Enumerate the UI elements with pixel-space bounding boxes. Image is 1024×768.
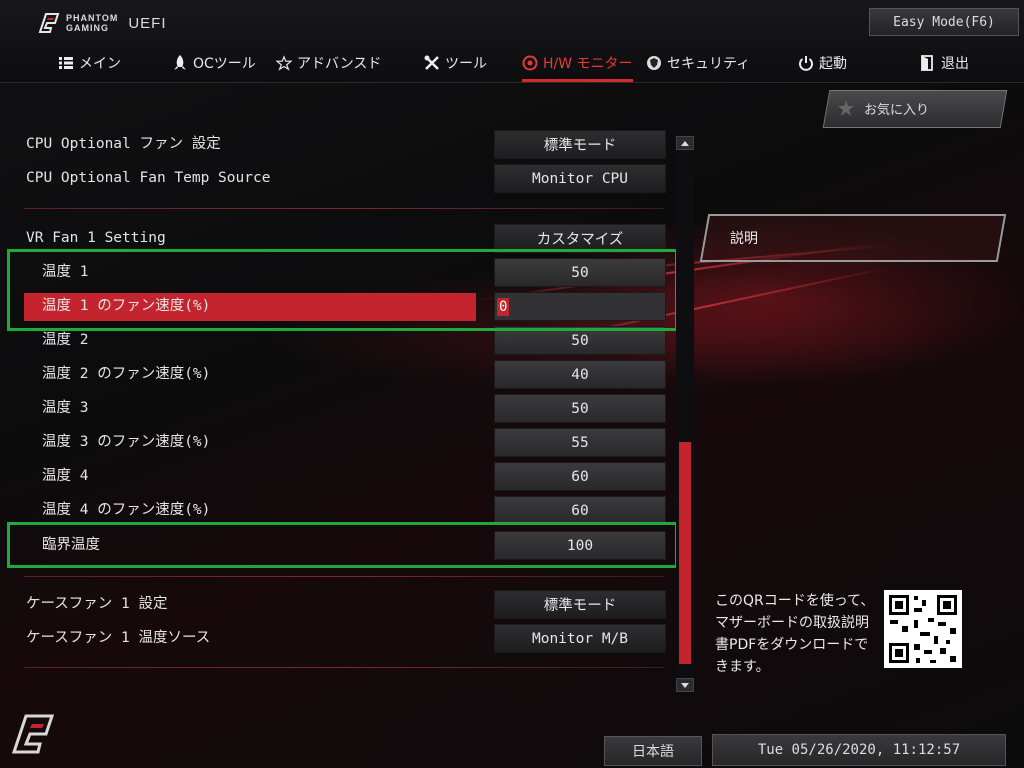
- tab-tools[interactable]: ツール: [424, 48, 487, 78]
- setting-label: 温度 2 のファン速度(%): [42, 366, 211, 382]
- setting-row-temp3[interactable]: 温度 3 50: [24, 394, 666, 423]
- scrollbar-thumb[interactable]: [679, 442, 691, 664]
- scroll-down-button[interactable]: [676, 678, 694, 692]
- tab-label: 起動: [819, 56, 847, 72]
- list-icon: [58, 55, 74, 71]
- tab-label: OCツール: [193, 56, 256, 72]
- exit-icon: [920, 55, 936, 71]
- setting-row-temp2-fan-speed[interactable]: 温度 2 のファン速度(%) 40: [24, 360, 666, 389]
- setting-row-cpu-optional-temp-source[interactable]: CPU Optional Fan Temp Source Monitor CPU: [24, 164, 666, 193]
- tab-label: 退出: [941, 56, 969, 72]
- tools-icon: [424, 55, 440, 71]
- tab-main[interactable]: メイン: [58, 48, 121, 78]
- setting-row-case-fan-temp-source[interactable]: ケースファン 1 温度ソース Monitor M/B: [24, 624, 666, 653]
- favorites-content: お気に入り: [838, 90, 998, 126]
- tab-label: アドバンスド: [297, 56, 382, 72]
- setting-label: 温度 4 のファン速度(%): [42, 502, 211, 518]
- setting-value-dropdown[interactable]: Monitor CPU: [494, 164, 666, 193]
- setting-value-field[interactable]: 55: [494, 428, 666, 457]
- tab-label: セキュリティ: [667, 56, 751, 72]
- tab-hw-monitor[interactable]: H/W モニター: [522, 48, 633, 82]
- scroll-up-button[interactable]: [676, 136, 694, 150]
- favorites-label: お気に入り: [864, 102, 930, 118]
- setting-value-dropdown[interactable]: Monitor M/B: [494, 624, 666, 653]
- language-button[interactable]: 日本語: [604, 736, 702, 766]
- phantom-gaming-logo-icon: [38, 13, 60, 33]
- description-label: 説明: [730, 231, 758, 247]
- easy-mode-button[interactable]: Easy Mode(F6): [869, 8, 1019, 36]
- annotation-box-critical: [7, 522, 678, 568]
- setting-label: ケースファン 1 温度ソース: [26, 630, 211, 646]
- setting-value-field[interactable]: 60: [494, 496, 666, 525]
- shield-icon: [646, 55, 662, 71]
- main-tabs: メイン OCツール アドバンスド ツール H/W モニター セキュリティ 起動: [0, 48, 1024, 82]
- tab-label: H/W モニター: [543, 56, 633, 72]
- setting-row-temp3-fan-speed[interactable]: 温度 3 のファン速度(%) 55: [24, 428, 666, 457]
- rocket-icon: [172, 55, 188, 71]
- qr-description-text: このQRコードを使って、マザーボードの取扱説明書PDFをダウンロードできます。: [715, 593, 875, 675]
- setting-row-temp4-fan-speed[interactable]: 温度 4 のファン速度(%) 60: [24, 496, 666, 525]
- setting-value-field[interactable]: 40: [494, 360, 666, 389]
- setting-label: CPU Optional ファン 設定: [26, 136, 221, 152]
- tab-oc-tool[interactable]: OCツール: [172, 48, 256, 78]
- tab-security[interactable]: セキュリティ: [646, 48, 750, 78]
- section-divider: [24, 667, 664, 668]
- setting-row-vr-fan[interactable]: VR Fan 1 Setting カスタマイズ: [24, 224, 666, 253]
- monitor-icon: [522, 55, 538, 71]
- qr-code-icon: [884, 590, 962, 668]
- setting-label: ケースファン 1 設定: [26, 596, 168, 612]
- phantom-gaming-brand-icon: [11, 714, 55, 754]
- arrow-down-icon: [681, 682, 689, 688]
- setting-row-temp4[interactable]: 温度 4 60: [24, 462, 666, 491]
- tab-advanced[interactable]: アドバンスド: [276, 48, 381, 78]
- brand-logo: PHANTOM GAMING UEFI: [38, 12, 167, 34]
- setting-value-dropdown[interactable]: 標準モード: [494, 130, 666, 159]
- setting-label: VR Fan 1 Setting: [26, 230, 166, 246]
- logo-uefi: UEFI: [128, 14, 167, 32]
- section-divider: [24, 208, 664, 209]
- setting-value-field[interactable]: 50: [494, 394, 666, 423]
- datetime-display: Tue 05/26/2020, 11:12:57: [712, 734, 1006, 766]
- arrow-up-icon: [681, 140, 689, 146]
- section-divider: [24, 576, 664, 577]
- setting-label: 温度 3: [42, 400, 89, 416]
- power-icon: [798, 55, 814, 71]
- star-icon: [838, 100, 854, 116]
- tab-boot[interactable]: 起動: [798, 48, 847, 78]
- setting-row-cpu-optional-fan[interactable]: CPU Optional ファン 設定 標準モード: [24, 130, 666, 159]
- tab-exit[interactable]: 退出: [920, 48, 969, 78]
- tab-label: ツール: [445, 56, 487, 72]
- setting-label: CPU Optional Fan Temp Source: [26, 170, 271, 186]
- annotation-box-temp1: [7, 249, 678, 331]
- star-icon: [276, 55, 292, 71]
- logo-wordmark: PHANTOM GAMING: [66, 13, 119, 33]
- header-bar: PHANTOM GAMING UEFI Easy Mode(F6) メイン OC…: [0, 0, 1024, 83]
- setting-value-dropdown[interactable]: 標準モード: [494, 590, 666, 619]
- setting-label: 温度 3 のファン速度(%): [42, 434, 211, 450]
- setting-label: 温度 4: [42, 468, 89, 484]
- setting-row-case-fan[interactable]: ケースファン 1 設定 標準モード: [24, 590, 666, 619]
- tab-label: メイン: [79, 56, 121, 72]
- setting-value-field[interactable]: 60: [494, 462, 666, 491]
